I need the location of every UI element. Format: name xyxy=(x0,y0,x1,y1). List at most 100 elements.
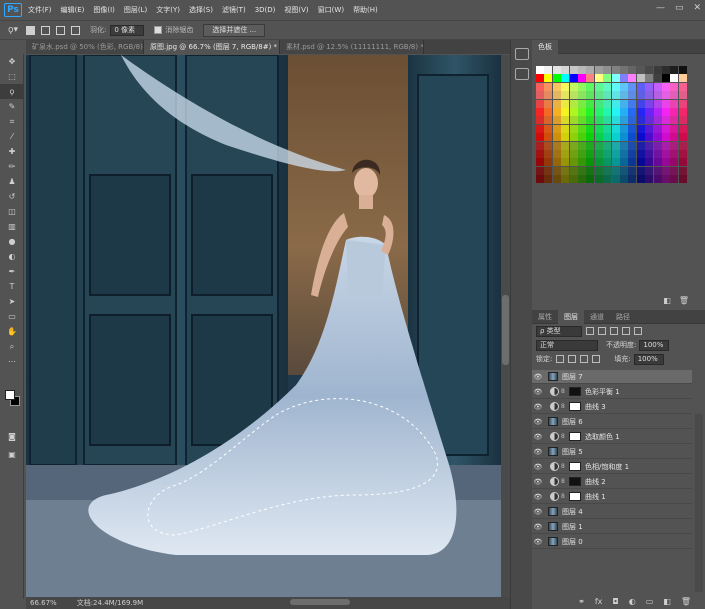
color-swatch[interactable] xyxy=(578,82,586,91)
color-swatch[interactable] xyxy=(561,175,570,184)
color-swatch[interactable] xyxy=(628,99,637,108)
layer-mask-thumbnail[interactable] xyxy=(569,387,581,396)
color-swatch[interactable] xyxy=(603,175,612,184)
color-swatch[interactable] xyxy=(636,66,645,74)
color-swatch[interactable] xyxy=(670,124,679,133)
mask-link-icon[interactable]: 8 xyxy=(561,433,566,440)
color-swatch[interactable] xyxy=(569,158,578,167)
color-swatch[interactable] xyxy=(561,124,570,133)
new-swatch-icon[interactable]: ◧ xyxy=(663,296,671,305)
color-swatch[interactable] xyxy=(628,116,637,125)
color-swatch[interactable] xyxy=(603,158,612,167)
color-swatch[interactable] xyxy=(611,108,620,116)
color-swatch[interactable] xyxy=(645,166,654,175)
color-swatch[interactable] xyxy=(611,166,620,175)
menu-layer[interactable]: 图层(L) xyxy=(124,5,147,15)
color-swatch[interactable] xyxy=(569,166,578,175)
blend-mode-select[interactable]: 正常 xyxy=(536,339,598,351)
color-swatch[interactable] xyxy=(603,74,612,83)
color-swatch[interactable] xyxy=(544,66,553,74)
color-swatch[interactable] xyxy=(611,141,620,150)
color-swatch[interactable] xyxy=(578,133,586,142)
color-swatch[interactable] xyxy=(561,74,570,83)
vertical-scroll-thumb[interactable] xyxy=(502,295,509,365)
layer-name[interactable]: 图层 7 xyxy=(562,372,583,382)
blur-icon[interactable]: ● xyxy=(0,234,24,249)
color-swatch[interactable] xyxy=(611,150,620,158)
healing-icon[interactable]: ✚ xyxy=(0,144,24,159)
color-swatch[interactable] xyxy=(578,175,586,184)
layer-name[interactable]: 图层 6 xyxy=(562,417,583,427)
color-swatch[interactable] xyxy=(636,91,645,100)
eraser-icon[interactable]: ◫ xyxy=(0,204,24,219)
color-swatch[interactable] xyxy=(628,158,637,167)
color-swatch[interactable] xyxy=(578,108,586,116)
color-swatch[interactable] xyxy=(670,133,679,142)
layer-row[interactable]: 👁 图层 7 xyxy=(532,370,692,384)
color-swatch[interactable] xyxy=(561,108,570,116)
add-selection-icon[interactable] xyxy=(41,25,50,35)
color-swatch[interactable] xyxy=(678,116,687,125)
color-swatch[interactable] xyxy=(620,108,628,116)
zoom-level[interactable]: 66.67% xyxy=(30,599,57,607)
color-swatch[interactable] xyxy=(611,99,620,108)
color-swatch[interactable] xyxy=(594,82,603,91)
color-swatch[interactable] xyxy=(536,158,544,167)
color-swatch[interactable] xyxy=(603,150,612,158)
document-canvas[interactable] xyxy=(26,55,501,597)
color-swatch[interactable] xyxy=(603,133,612,142)
color-swatch[interactable] xyxy=(636,166,645,175)
color-swatch[interactable] xyxy=(536,66,544,74)
color-swatch[interactable] xyxy=(578,99,586,108)
color-swatch[interactable] xyxy=(678,158,687,167)
menu-help[interactable]: 帮助(H) xyxy=(353,5,378,15)
color-swatch[interactable] xyxy=(569,66,578,74)
color-swatch[interactable] xyxy=(662,108,670,116)
color-swatch[interactable] xyxy=(586,116,595,125)
color-swatch[interactable] xyxy=(678,141,687,150)
color-swatch[interactable] xyxy=(628,141,637,150)
color-swatch[interactable] xyxy=(636,124,645,133)
visibility-eye-icon[interactable]: 👁 xyxy=(532,433,544,441)
color-swatch[interactable] xyxy=(628,91,637,100)
layer-row[interactable]: 👁 8 色相/饱和度 1 xyxy=(532,460,692,474)
color-swatch[interactable] xyxy=(662,66,670,74)
gradient-icon[interactable]: ▥ xyxy=(0,219,24,234)
filter-adjust-icon[interactable] xyxy=(598,327,606,335)
color-swatch[interactable] xyxy=(662,124,670,133)
color-swatch[interactable] xyxy=(552,66,561,74)
color-swatch[interactable] xyxy=(594,166,603,175)
color-swatch[interactable] xyxy=(678,74,687,83)
color-swatch[interactable] xyxy=(662,116,670,125)
color-swatch[interactable] xyxy=(645,124,654,133)
color-swatch[interactable] xyxy=(561,150,570,158)
shape-icon[interactable]: ▭ xyxy=(0,309,24,324)
color-swatch[interactable] xyxy=(594,158,603,167)
color-swatch[interactable] xyxy=(594,141,603,150)
color-swatch[interactable] xyxy=(603,99,612,108)
color-swatch[interactable] xyxy=(586,66,595,74)
tab-layers[interactable]: 图层 xyxy=(558,309,584,324)
color-swatch[interactable] xyxy=(670,158,679,167)
color-swatch[interactable] xyxy=(594,175,603,184)
layer-mask-thumbnail[interactable] xyxy=(569,402,581,411)
crop-icon[interactable]: ⌗ xyxy=(0,114,24,129)
color-swatch[interactable] xyxy=(603,82,612,91)
color-swatch[interactable] xyxy=(636,74,645,83)
color-swatch[interactable] xyxy=(620,166,628,175)
color-swatch[interactable] xyxy=(603,141,612,150)
menu-file[interactable]: 文件(F) xyxy=(28,5,52,15)
new-selection-icon[interactable] xyxy=(26,25,35,35)
color-swatch[interactable] xyxy=(552,99,561,108)
visibility-eye-icon[interactable]: 👁 xyxy=(532,523,544,531)
color-swatch[interactable] xyxy=(569,74,578,83)
color-swatch[interactable] xyxy=(653,99,662,108)
color-swatch[interactable] xyxy=(678,108,687,116)
layer-kind-select[interactable]: ρ 类型 xyxy=(536,325,582,337)
layer-row[interactable]: 👁 图层 0 xyxy=(532,535,692,549)
layer-row[interactable]: 👁 图层 1 xyxy=(532,520,692,534)
color-swatch[interactable] xyxy=(544,166,553,175)
tab-doc-3[interactable]: 素材.psd @ 12.5% (11111111, RGB/8) * × xyxy=(280,40,424,54)
color-swatch[interactable] xyxy=(594,150,603,158)
lock-all-icon[interactable] xyxy=(592,355,601,363)
